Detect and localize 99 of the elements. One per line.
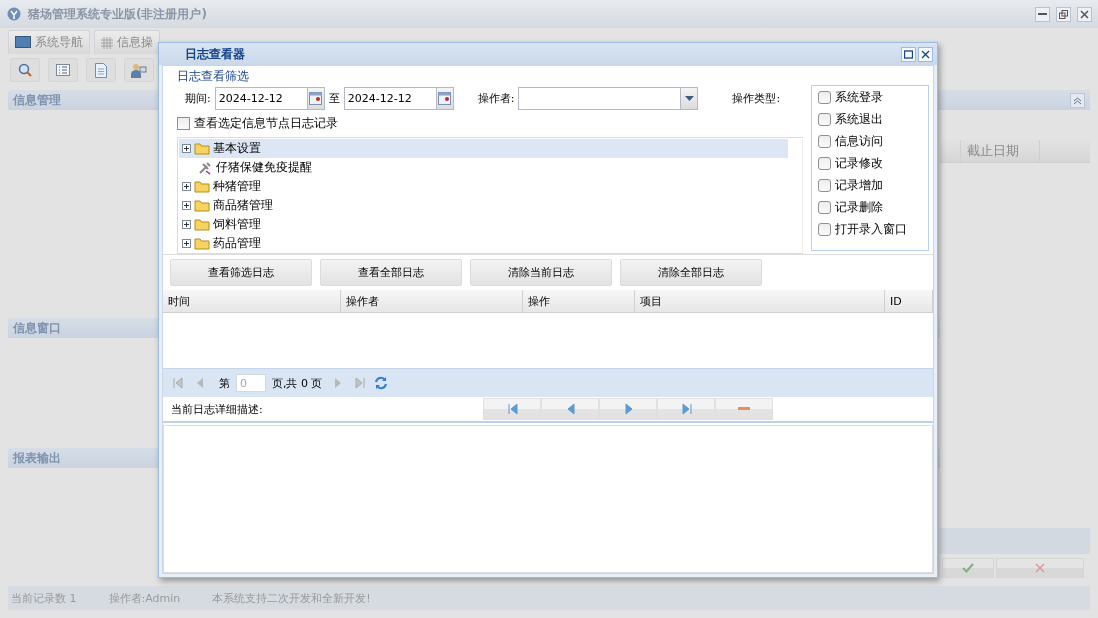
type-checkbox[interactable]: 系统登录 bbox=[818, 89, 922, 105]
action-button[interactable]: 清除当前日志 bbox=[470, 259, 612, 286]
detail-label: 当前日志详细描述: bbox=[171, 401, 264, 417]
dropdown-button[interactable] bbox=[680, 87, 699, 110]
search-icon bbox=[17, 62, 33, 78]
document-icon bbox=[95, 62, 107, 78]
refresh-icon bbox=[372, 375, 389, 391]
checkbox-label: 记录删除 bbox=[835, 198, 883, 216]
dialog-title: 日志查看器 bbox=[185, 45, 246, 63]
date-field[interactable]: 2024-12-12 bbox=[214, 87, 307, 110]
type-checkbox[interactable]: 记录修改 bbox=[818, 155, 922, 171]
tree-item[interactable]: 药品管理 bbox=[179, 234, 788, 253]
tree-item[interactable]: 商品猪管理 bbox=[179, 196, 788, 215]
last-page-icon bbox=[352, 376, 365, 390]
expand-icon bbox=[182, 181, 191, 191]
minimize-button[interactable] bbox=[1035, 6, 1050, 22]
period-label: 期间: bbox=[185, 91, 211, 106]
minimize-icon bbox=[1038, 13, 1047, 15]
expand-icon bbox=[182, 143, 191, 153]
search-button[interactable] bbox=[10, 58, 40, 82]
maximize-button[interactable] bbox=[901, 46, 916, 62]
checkbox-label: 系统退出 bbox=[835, 110, 883, 128]
type-checkbox[interactable]: 打开录入窗口 bbox=[818, 221, 922, 237]
collapse-button[interactable] bbox=[1070, 92, 1085, 108]
tree-item[interactable]: 饲料管理 bbox=[179, 215, 788, 234]
maximize-icon bbox=[904, 49, 913, 59]
tools-icon bbox=[197, 160, 213, 175]
panel-title: 信息窗口 bbox=[13, 319, 61, 337]
checkbox-label: 记录增加 bbox=[835, 176, 883, 194]
expand-icon bbox=[182, 200, 191, 210]
column-header: ID bbox=[885, 290, 933, 312]
app-logo-icon bbox=[6, 7, 22, 21]
close-icon bbox=[1080, 9, 1089, 19]
calendar-icon bbox=[309, 92, 323, 105]
folder-icon bbox=[194, 142, 210, 155]
expand-icon bbox=[182, 219, 191, 229]
user-button[interactable] bbox=[124, 58, 154, 82]
checkbox-label: 记录修改 bbox=[835, 154, 883, 172]
type-checkbox[interactable]: 信息访问 bbox=[818, 133, 922, 149]
calendar-icon bbox=[438, 92, 452, 105]
first-arrow-icon bbox=[506, 402, 518, 416]
cross-icon bbox=[1035, 563, 1045, 573]
document-button[interactable] bbox=[86, 58, 116, 82]
column-header: 截止日期 bbox=[961, 140, 1040, 162]
type-checkbox[interactable]: 记录增加 bbox=[818, 177, 922, 193]
folder-icon bbox=[194, 180, 210, 193]
date-field[interactable]: 2024-12-12 bbox=[343, 87, 436, 110]
panel-title: 报表输出 bbox=[13, 449, 61, 467]
minus-icon bbox=[738, 407, 750, 411]
column-header: 操作 bbox=[523, 290, 635, 312]
user-icon bbox=[131, 62, 147, 78]
list-button[interactable] bbox=[48, 58, 78, 82]
tree-item[interactable]: 仔猪保健免疫提醒 bbox=[179, 158, 788, 177]
status-text: 操作者:Admin bbox=[108, 590, 181, 606]
folder-icon bbox=[194, 237, 210, 250]
checkmark-icon bbox=[962, 563, 974, 573]
column-header: 项目 bbox=[635, 290, 885, 312]
restore-icon bbox=[1059, 9, 1068, 19]
operator-label: 操作者: bbox=[477, 91, 515, 106]
window-title: 猪场管理系统专业版(非注册用户) bbox=[28, 5, 208, 23]
tree-item[interactable]: 基本设置 bbox=[179, 139, 788, 158]
checkbox-label: 打开录入窗口 bbox=[835, 220, 907, 238]
status-text: 本系统支持二次开发和全新开发! bbox=[212, 590, 371, 606]
action-button[interactable]: 查看筛选日志 bbox=[170, 259, 312, 286]
status-text: 当前记录数 1 bbox=[11, 590, 77, 606]
monitor-icon bbox=[15, 36, 31, 49]
grid-icon bbox=[101, 36, 113, 49]
page-label: 第 bbox=[219, 375, 230, 391]
chevron-up-icon bbox=[1073, 95, 1082, 105]
type-label: 操作类型: bbox=[732, 91, 781, 106]
expand-icon bbox=[182, 238, 191, 248]
first-page-icon bbox=[171, 376, 183, 390]
confirm-button[interactable] bbox=[942, 558, 994, 578]
folder-icon bbox=[194, 218, 210, 231]
panel-title: 信息管理 bbox=[13, 91, 61, 109]
checkbox-label: 信息访问 bbox=[835, 132, 883, 150]
column-header: 时间 bbox=[163, 290, 341, 312]
column-header: 操作者 bbox=[341, 290, 523, 312]
next-arrow-icon bbox=[622, 402, 634, 416]
close-icon bbox=[921, 49, 930, 59]
to-label: 至 bbox=[328, 91, 340, 106]
type-checkbox[interactable]: 记录删除 bbox=[818, 199, 922, 215]
filter-legend: 日志查看筛选 bbox=[177, 68, 249, 85]
refresh-button[interactable] bbox=[372, 375, 389, 391]
type-checkbox[interactable]: 系统退出 bbox=[818, 111, 922, 127]
close-button[interactable] bbox=[918, 46, 933, 62]
checkbox-label: 系统登录 bbox=[835, 88, 883, 106]
close-button[interactable] bbox=[1077, 6, 1092, 22]
folder-icon bbox=[194, 199, 210, 212]
dropdown-arrow-icon bbox=[684, 95, 694, 102]
first-record-button[interactable] bbox=[483, 398, 541, 420]
restore-button[interactable] bbox=[1056, 6, 1071, 22]
action-button[interactable]: 清除全部日志 bbox=[620, 259, 762, 286]
page-total: 页,共 0 页 bbox=[272, 375, 323, 391]
action-button[interactable]: 查看全部日志 bbox=[320, 259, 462, 286]
delete-button[interactable] bbox=[715, 398, 773, 420]
tree-item[interactable]: 种猪管理 bbox=[179, 177, 788, 196]
list-icon bbox=[56, 64, 70, 76]
last-arrow-icon bbox=[680, 402, 692, 416]
